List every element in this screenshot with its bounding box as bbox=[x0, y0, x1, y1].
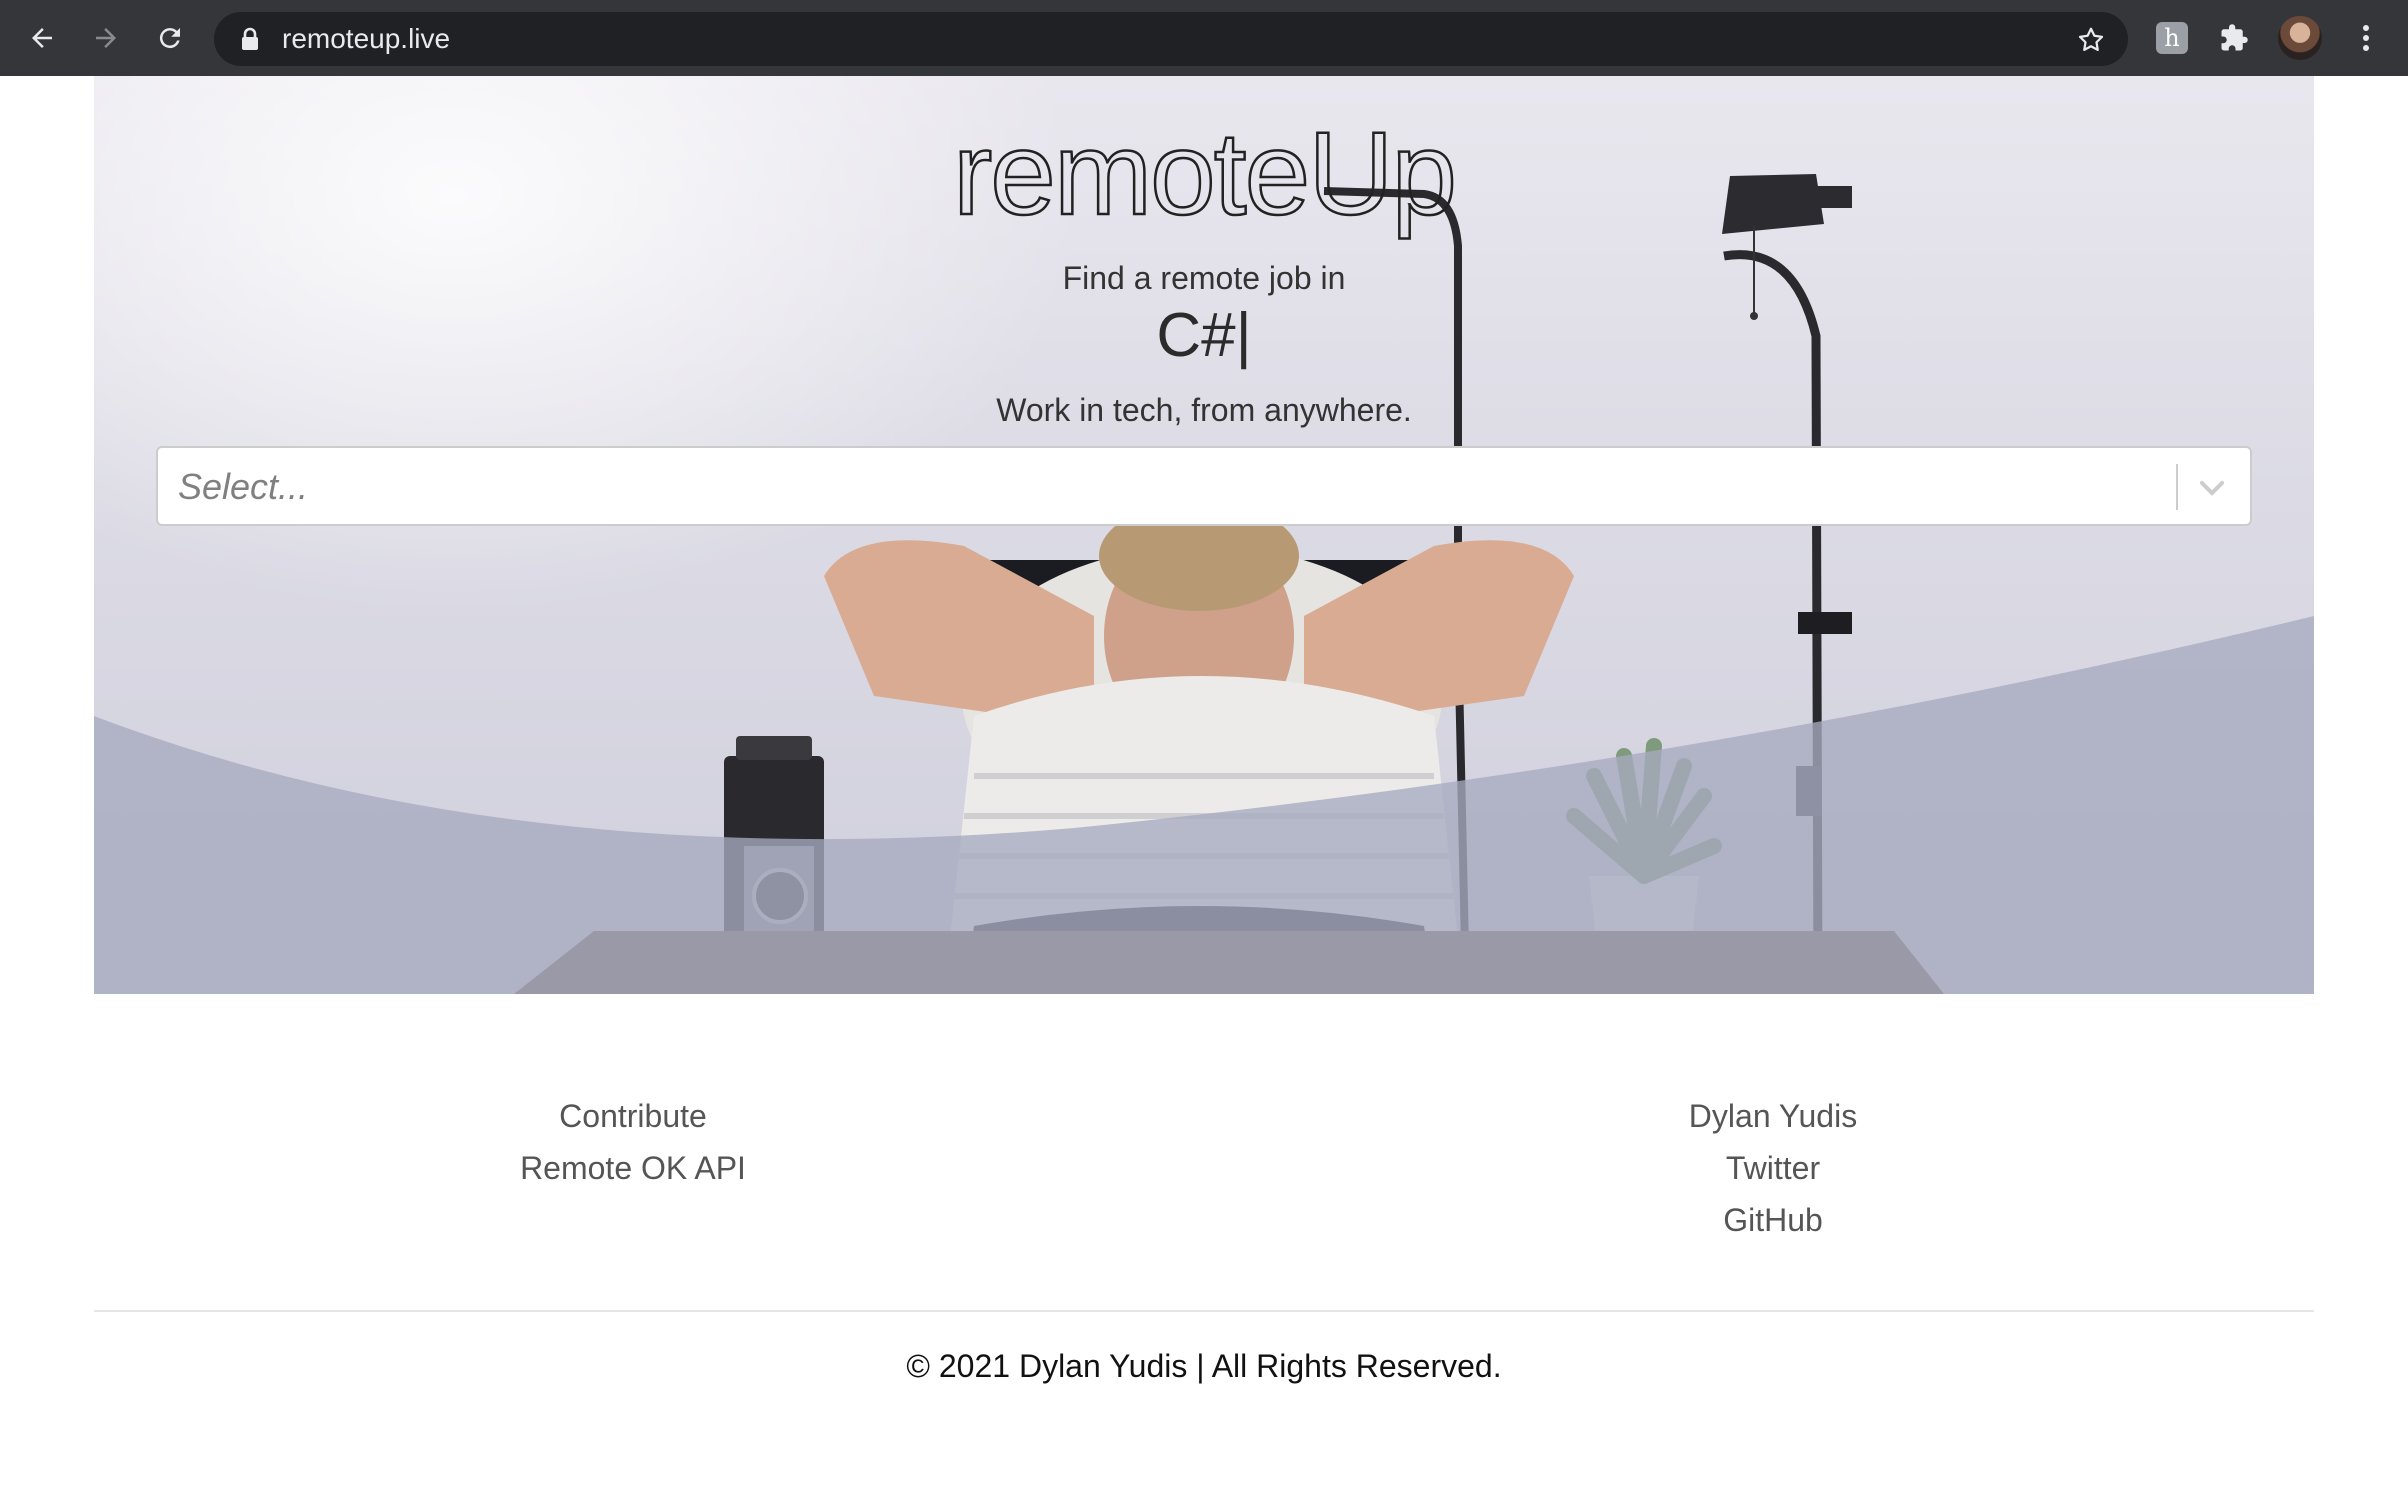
more-icon[interactable] bbox=[2346, 16, 2386, 60]
author-link[interactable]: Dylan Yudis bbox=[1523, 1090, 2023, 1142]
puzzle-icon[interactable] bbox=[2212, 16, 2256, 60]
back-icon[interactable] bbox=[18, 14, 66, 62]
star-icon[interactable] bbox=[2076, 25, 2106, 60]
brand-logo: remoteUp bbox=[952, 107, 1459, 242]
copyright-text: © 2021 Dylan Yudis | All Rights Reserved… bbox=[906, 1348, 1502, 1384]
reload-icon[interactable] bbox=[146, 14, 194, 62]
github-link[interactable]: GitHub bbox=[1523, 1194, 2023, 1246]
remote-ok-api-link[interactable]: Remote OK API bbox=[383, 1142, 883, 1194]
chevron-down-icon[interactable] bbox=[2192, 468, 2232, 508]
contribute-link[interactable]: Contribute bbox=[383, 1090, 883, 1142]
footer-links-right: Dylan Yudis Twitter GitHub bbox=[1523, 1090, 2023, 1246]
footer-links-left: Contribute Remote OK API bbox=[383, 1090, 883, 1194]
tagline-find: Find a remote job in bbox=[1062, 260, 1346, 296]
lock-icon bbox=[240, 27, 260, 56]
select-separator bbox=[2176, 464, 2178, 510]
address-bar[interactable]: remoteup.live bbox=[214, 12, 2128, 66]
typed-language: C#| bbox=[1156, 301, 1252, 370]
forward-icon[interactable] bbox=[82, 14, 130, 62]
honey-extension-icon[interactable]: h bbox=[2150, 16, 2194, 60]
profile-avatar[interactable] bbox=[2278, 16, 2322, 60]
select-placeholder: Select... bbox=[178, 466, 309, 507]
hero-section: remoteUp Find a remote job in C#| Work i… bbox=[94, 76, 2314, 994]
footer-divider bbox=[94, 1310, 2314, 1312]
tagline-work: Work in tech, from anywhere. bbox=[996, 392, 1412, 428]
browser-toolbar: remoteup.live h bbox=[0, 0, 2408, 76]
url-text[interactable]: remoteup.live bbox=[282, 12, 450, 66]
twitter-link[interactable]: Twitter bbox=[1523, 1142, 2023, 1194]
language-select[interactable]: Select... bbox=[156, 446, 2252, 526]
